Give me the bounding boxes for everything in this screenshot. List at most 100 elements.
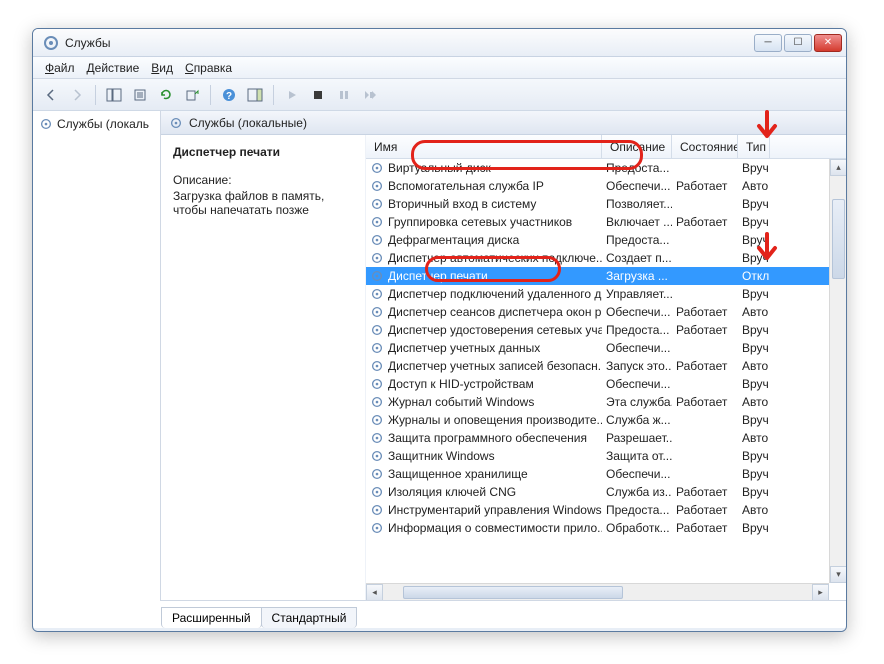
cell-name: Диспетчер сеансов диспетчера окон р... (366, 305, 602, 319)
service-row[interactable]: Журнал событий WindowsЭта служба...Работ… (366, 393, 846, 411)
maximize-button[interactable]: ☐ (784, 34, 812, 52)
cell-name: Виртуальный диск (366, 161, 602, 175)
service-icon (370, 467, 384, 481)
vscroll-thumb[interactable] (832, 199, 845, 279)
column-header-type[interactable]: Тип (738, 135, 770, 158)
cell-name: Вспомогательная служба IP (366, 179, 602, 193)
pause-service-button[interactable] (332, 83, 356, 107)
service-icon (370, 341, 384, 355)
cell-state: Работает (672, 485, 738, 499)
cell-type: Авто (738, 305, 770, 319)
service-row[interactable]: Диспетчер сеансов диспетчера окон р...Об… (366, 303, 846, 321)
help-button[interactable]: ? (217, 83, 241, 107)
column-header-name[interactable]: Имя (366, 135, 602, 158)
view-tabs: Расширенный Стандартный (161, 606, 356, 628)
service-row[interactable]: Диспетчер учетных данныхОбеспечи...Вруч (366, 339, 846, 357)
cell-type: Вруч (738, 233, 770, 247)
service-row[interactable]: Защитник WindowsЗащита от...Вруч (366, 447, 846, 465)
service-row[interactable]: Изоляция ключей CNGСлужба из...РаботаетВ… (366, 483, 846, 501)
refresh-button[interactable] (154, 83, 178, 107)
menu-file[interactable]: Файл (39, 59, 81, 77)
stop-service-button[interactable] (306, 83, 330, 107)
service-row[interactable]: Дефрагментация дискаПредоста...Вруч (366, 231, 846, 249)
cell-state: Работает (672, 359, 738, 373)
cell-desc: Предоста... (602, 161, 672, 175)
menu-help[interactable]: Справка (179, 59, 238, 77)
show-hide-action-button[interactable] (243, 83, 267, 107)
cell-type: Вруч (738, 377, 770, 391)
service-row[interactable]: Доступ к HID-устройствамОбеспечи...Вруч (366, 375, 846, 393)
cell-type: Вруч (738, 287, 770, 301)
cell-state: Работает (672, 503, 738, 517)
back-button[interactable] (39, 83, 63, 107)
cell-type: Авто (738, 179, 770, 193)
start-service-button[interactable] (280, 83, 304, 107)
hscroll-thumb[interactable] (403, 586, 623, 599)
tab-standard[interactable]: Стандартный (261, 607, 358, 628)
cell-name: Диспетчер удостоверения сетевых уча... (366, 323, 602, 337)
menu-action[interactable]: Действие (81, 59, 146, 77)
cell-name: Информация о совместимости прило... (366, 521, 602, 535)
column-header-state[interactable]: Состояние (672, 135, 738, 158)
export-button[interactable] (180, 83, 204, 107)
service-row[interactable]: Виртуальный дискПредоста... Вруч (366, 159, 846, 177)
cell-desc: Эта служба... (602, 395, 672, 409)
service-row[interactable]: Диспетчер удостоверения сетевых уча...Пр… (366, 321, 846, 339)
cell-type: Авто (738, 395, 770, 409)
service-row[interactable]: Вспомогательная служба IPОбеспечи...Рабо… (366, 177, 846, 195)
cell-desc: Служба из... (602, 485, 672, 499)
service-row[interactable]: Вторичный вход в системуПозволяет...Вруч (366, 195, 846, 213)
tree-root-services[interactable]: Службы (локаль (37, 115, 156, 133)
cell-type: Вруч (738, 161, 770, 175)
service-row[interactable]: Инструментарий управления WindowsПредост… (366, 501, 846, 519)
tab-extended[interactable]: Расширенный (161, 607, 262, 628)
services-window: Службы ─ ☐ ✕ Файл Действие Вид Справка ? (32, 28, 847, 632)
vertical-scrollbar[interactable]: ▴ ▾ (829, 159, 846, 583)
menu-view[interactable]: Вид (145, 59, 179, 77)
cell-name: Диспетчер автоматических подключе... (366, 251, 602, 265)
services-icon (39, 117, 53, 131)
service-row[interactable]: Диспетчер печатиЗагрузка ...Откл (366, 267, 846, 285)
console-tree[interactable]: Службы (локаль (33, 111, 161, 601)
scroll-left-button[interactable]: ◂ (366, 584, 383, 601)
properties-button[interactable] (128, 83, 152, 107)
cell-desc: Разрешает... (602, 431, 672, 445)
service-row[interactable]: Диспетчер автоматических подключе...Созд… (366, 249, 846, 267)
service-row[interactable]: Информация о совместимости прило...Обраб… (366, 519, 846, 537)
service-icon (370, 305, 384, 319)
cell-name: Журналы и оповещения производите... (366, 413, 602, 427)
footer (33, 628, 846, 631)
service-row[interactable]: Журналы и оповещения производите...Служб… (366, 411, 846, 429)
service-row[interactable]: Защищенное хранилищеОбеспечи...Вруч (366, 465, 846, 483)
service-row[interactable]: Диспетчер подключений удаленного д...Упр… (366, 285, 846, 303)
scroll-right-button[interactable]: ▸ (812, 584, 829, 601)
cell-name: Защищенное хранилище (366, 467, 602, 481)
cell-desc: Обеспечи... (602, 377, 672, 391)
service-icon (370, 485, 384, 499)
service-row[interactable]: Защита программного обеспеченияРазрешает… (366, 429, 846, 447)
cell-name: Диспетчер подключений удаленного д... (366, 287, 602, 301)
cell-name: Дефрагментация диска (366, 233, 602, 247)
cell-name: Вторичный вход в систему (366, 197, 602, 211)
detail-desc-label: Описание: (173, 173, 353, 187)
close-button[interactable]: ✕ (814, 34, 842, 52)
scroll-down-button[interactable]: ▾ (830, 566, 846, 583)
cell-type: Вруч (738, 197, 770, 211)
column-header-desc[interactable]: Описание (602, 135, 672, 158)
minimize-button[interactable]: ─ (754, 34, 782, 52)
forward-button[interactable] (65, 83, 89, 107)
service-row[interactable]: Диспетчер учетных записей безопасн...Зап… (366, 357, 846, 375)
cell-state: Работает (672, 395, 738, 409)
cell-type: Вруч (738, 449, 770, 463)
list-rows[interactable]: Виртуальный дискПредоста... Вруч Вспомогат… (366, 159, 846, 600)
show-hide-tree-button[interactable] (102, 83, 126, 107)
scroll-up-button[interactable]: ▴ (830, 159, 846, 176)
cell-state: Работает (672, 323, 738, 337)
hscroll-track[interactable] (383, 584, 812, 601)
service-row[interactable]: Группировка сетевых участниковВключает .… (366, 213, 846, 231)
horizontal-scrollbar[interactable]: ◂ ▸ (366, 583, 829, 600)
titlebar[interactable]: Службы ─ ☐ ✕ (33, 29, 846, 57)
restart-service-button[interactable] (358, 83, 382, 107)
window-title: Службы (65, 36, 754, 50)
cell-desc: Загрузка ... (602, 269, 672, 283)
